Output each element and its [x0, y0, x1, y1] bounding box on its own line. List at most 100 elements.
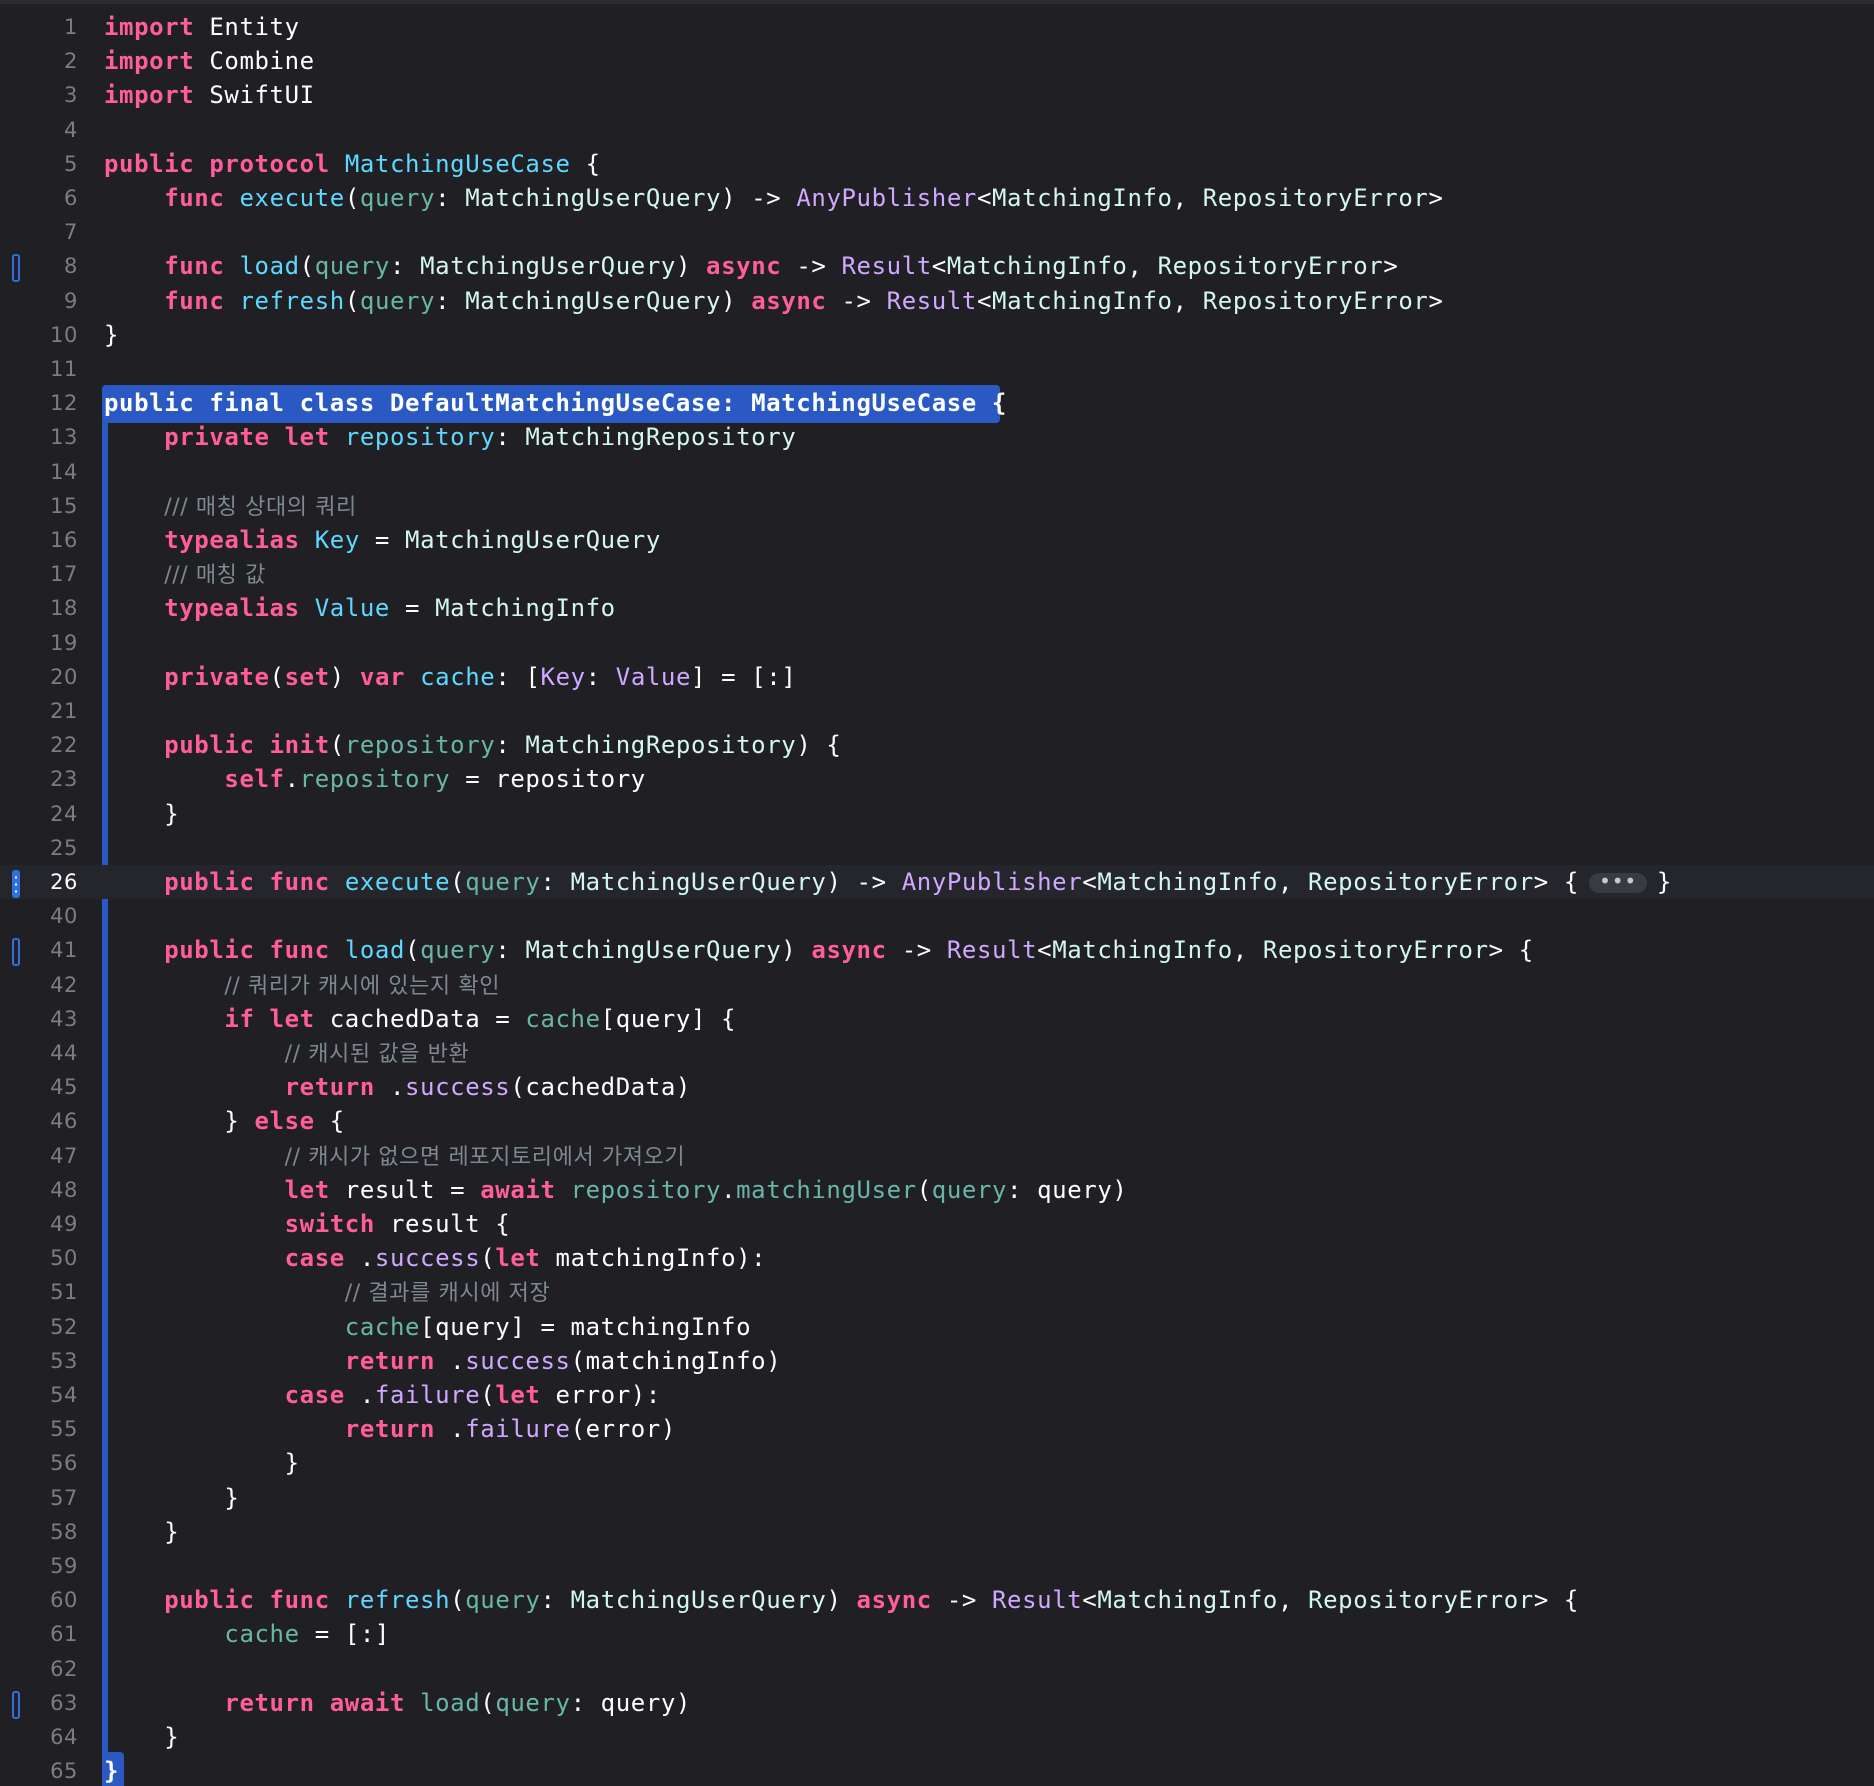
code-line[interactable]: 6 func execute(query: MatchingUserQuery)… — [0, 181, 1874, 215]
code-line[interactable]: 54 case .failure(let error): — [0, 1378, 1874, 1412]
code-line[interactable]: 23 self.repository = repository — [0, 762, 1874, 796]
code-line[interactable]: 1 import Entity — [0, 10, 1874, 44]
code-line[interactable]: 11 — [0, 352, 1874, 386]
code-text[interactable]: public protocol MatchingUseCase { — [104, 147, 601, 181]
code-text[interactable]: self.repository = repository — [104, 762, 646, 796]
code-line[interactable]: 21 — [0, 694, 1874, 728]
code-line[interactable]: 41 public func load(query: MatchingUserQ… — [0, 933, 1874, 967]
code-text[interactable]: private let repository: MatchingReposito… — [104, 420, 796, 454]
code-line[interactable]: 10} — [0, 318, 1874, 352]
code-text[interactable]: // 결과를 캐시에 저장 — [104, 1275, 550, 1311]
code-text[interactable]: case .success(let matchingInfo): — [104, 1241, 766, 1275]
code-line[interactable]: 62 — [0, 1652, 1874, 1686]
code-text[interactable]: /// 매칭 상대의 쿼리 — [104, 489, 357, 525]
code-line[interactable]: 17 /// 매칭 값 — [0, 557, 1874, 591]
code-line[interactable]: 7 — [0, 215, 1874, 249]
code-line[interactable]: 60 public func refresh(query: MatchingUs… — [0, 1583, 1874, 1617]
code-text[interactable]: import SwiftUI — [104, 78, 315, 112]
code-text[interactable]: import Combine — [104, 44, 315, 78]
code-text[interactable]: public init(repository: MatchingReposito… — [104, 728, 841, 762]
code-line[interactable]: 49 switch result { — [0, 1207, 1874, 1241]
code-line[interactable]: 16 typealias Key = MatchingUserQuery — [0, 523, 1874, 557]
code-text[interactable]: public func execute(query: MatchingUserQ… — [104, 865, 1672, 899]
code-line[interactable]: 12 public final class DefaultMatchingUseC… — [0, 386, 1874, 420]
code-token: -> — [781, 252, 842, 281]
code-text[interactable]: // 캐시된 값을 반환 — [104, 1036, 469, 1072]
code-line[interactable]: 14 — [0, 455, 1874, 489]
code-text[interactable]: func load(query: MatchingUserQuery) asyn… — [104, 249, 1398, 283]
code-line[interactable]: 24 } — [0, 797, 1874, 831]
code-text[interactable]: // 캐시가 없으면 레포지토리에서 가져오기 — [104, 1139, 685, 1175]
code-line[interactable]: 59 — [0, 1549, 1874, 1583]
code-line[interactable]: 61 cache = [:] — [0, 1617, 1874, 1651]
code-line[interactable]: 18 typealias Value = MatchingInfo — [0, 591, 1874, 625]
code-line[interactable]: 3 import SwiftUI — [0, 78, 1874, 112]
code-text[interactable]: public func load(query: MatchingUserQuer… — [104, 933, 1534, 967]
code-text[interactable]: } — [104, 1446, 300, 1480]
code-line[interactable]: 19 — [0, 626, 1874, 660]
code-text[interactable]: } — [104, 1720, 179, 1754]
code-text[interactable]: switch result { — [104, 1207, 510, 1241]
code-text[interactable]: public final class DefaultMatchingUseCas… — [104, 386, 1007, 420]
code-text[interactable]: } — [104, 1515, 179, 1549]
code-line[interactable]: 2 import Combine — [0, 44, 1874, 78]
code-text[interactable]: return .failure(error) — [104, 1412, 676, 1446]
code-line[interactable]: 56 } — [0, 1446, 1874, 1480]
code-line[interactable]: 51 // 결과를 캐시에 저장 — [0, 1275, 1874, 1309]
code-line[interactable]: 15 /// 매칭 상대의 쿼리 — [0, 489, 1874, 523]
code-line[interactable]: 46 } else { — [0, 1104, 1874, 1138]
code-text[interactable]: typealias Value = MatchingInfo — [104, 591, 616, 625]
code-text[interactable]: return .success(cachedData) — [104, 1070, 691, 1104]
code-text[interactable]: if let cachedData = cache[query] { — [104, 1002, 736, 1036]
code-text[interactable]: public func refresh(query: MatchingUserQ… — [104, 1583, 1579, 1617]
code-text[interactable]: /// 매칭 값 — [104, 557, 266, 593]
code-text[interactable]: } — [104, 1481, 239, 1515]
code-line[interactable]: 44 // 캐시된 값을 반환 — [0, 1036, 1874, 1070]
code-text[interactable]: func refresh(query: MatchingUserQuery) a… — [104, 284, 1444, 318]
code-line[interactable]: 40 — [0, 899, 1874, 933]
code-line[interactable]: 45 return .success(cachedData) — [0, 1070, 1874, 1104]
code-line[interactable]: 13 private let repository: MatchingRepos… — [0, 420, 1874, 454]
code-line[interactable]: 5 public protocol MatchingUseCase { — [0, 147, 1874, 181]
code-line[interactable]: 42 // 쿼리가 캐시에 있는지 확인 — [0, 968, 1874, 1002]
code-token: ( — [480, 1688, 496, 1717]
code-line[interactable]: 43 if let cachedData = cache[query] { — [0, 1002, 1874, 1036]
code-line[interactable]: 58 } — [0, 1515, 1874, 1549]
code-text[interactable]: return .success(matchingInfo) — [104, 1344, 781, 1378]
code-text[interactable]: func execute(query: MatchingUserQuery) -… — [104, 181, 1444, 215]
code-text[interactable]: } — [104, 797, 179, 831]
code-text[interactable]: cache = [:] — [104, 1617, 390, 1651]
code-text[interactable]: // 쿼리가 캐시에 있는지 확인 — [104, 968, 500, 1004]
code-token: . — [721, 1175, 737, 1204]
code-text[interactable]: typealias Key = MatchingUserQuery — [104, 523, 661, 557]
code-line[interactable]: 63 return await load(query: query) — [0, 1686, 1874, 1720]
code-token: ) — [781, 936, 812, 965]
code-text[interactable]: private(set) var cache: [Key: Value] = [… — [104, 660, 796, 694]
code-text[interactable]: let result = await repository.matchingUs… — [104, 1173, 1127, 1207]
code-text[interactable]: case .failure(let error): — [104, 1378, 661, 1412]
code-line[interactable]: 50 case .success(let matchingInfo): — [0, 1241, 1874, 1275]
code-text[interactable]: return await load(query: query) — [104, 1686, 691, 1720]
code-line[interactable]: 55 return .failure(error) — [0, 1412, 1874, 1446]
code-line[interactable]: 52 cache[query] = matchingInfo — [0, 1310, 1874, 1344]
code-line[interactable]: 65} — [0, 1754, 1874, 1786]
code-text[interactable]: import Entity — [104, 10, 300, 44]
code-text[interactable]: } — [104, 1754, 119, 1786]
code-line[interactable]: 22 public init(repository: MatchingRepos… — [0, 728, 1874, 762]
code-line[interactable]: 57 } — [0, 1481, 1874, 1515]
code-line[interactable]: 64 } — [0, 1720, 1874, 1754]
code-editor[interactable]: 1 import Entity 2 import Combine 3 import Swi… — [0, 0, 1874, 1786]
code-line[interactable]: 26 public func execute(query: MatchingUs… — [0, 865, 1874, 899]
code-line[interactable]: 53 return .success(matchingInfo) — [0, 1344, 1874, 1378]
code-line[interactable]: 9 func refresh(query: MatchingUserQuery)… — [0, 284, 1874, 318]
code-line[interactable]: 48 let result = await repository.matchin… — [0, 1173, 1874, 1207]
code-text[interactable]: } — [104, 318, 119, 352]
folded-code-button[interactable]: ••• — [1588, 871, 1647, 893]
code-line[interactable]: 4 — [0, 113, 1874, 147]
code-line[interactable]: 8 func load(query: MatchingUserQuery) as… — [0, 249, 1874, 283]
code-line[interactable]: 20 private(set) var cache: [Key: Value] … — [0, 660, 1874, 694]
code-text[interactable]: cache[query] = matchingInfo — [104, 1310, 751, 1344]
code-line[interactable]: 25 — [0, 831, 1874, 865]
code-text[interactable]: } else { — [104, 1104, 345, 1138]
code-line[interactable]: 47 // 캐시가 없으면 레포지토리에서 가져오기 — [0, 1139, 1874, 1173]
